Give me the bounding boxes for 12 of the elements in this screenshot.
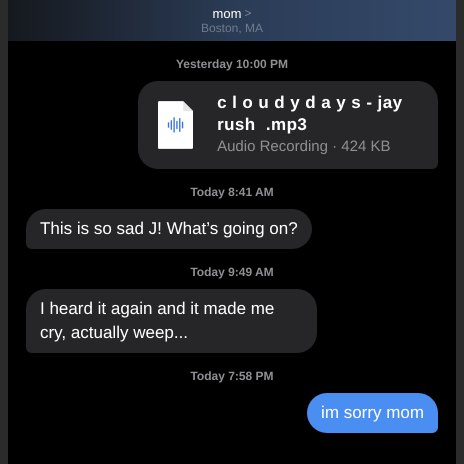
attachment-bubble[interactable]: c l o u d y d a y s - jay rush .mp3 Audio Recording · 424 KB <box>138 81 438 169</box>
timestamp: Today 7:58 PM <box>190 368 274 385</box>
timestamp: Yesterday 10:00 PM <box>176 56 288 73</box>
received-message: I heard it again and it made me cry, actually weep... <box>26 289 317 353</box>
file-info: Audio Recording · 424 KB <box>217 137 392 157</box>
timestamp: Today 9:49 AM <box>190 264 274 281</box>
sent-message: im sorry mom <box>307 393 438 433</box>
contact-location: Boston, MA <box>200 21 264 35</box>
timestamp: Today 8:41 AM <box>190 184 274 201</box>
contact-name[interactable]: mom <box>212 6 242 21</box>
file-name: c l o u d y d a y s - jay rush .mp3 <box>217 92 404 136</box>
received-message: This is so sad J! What’s going on? <box>26 209 312 249</box>
